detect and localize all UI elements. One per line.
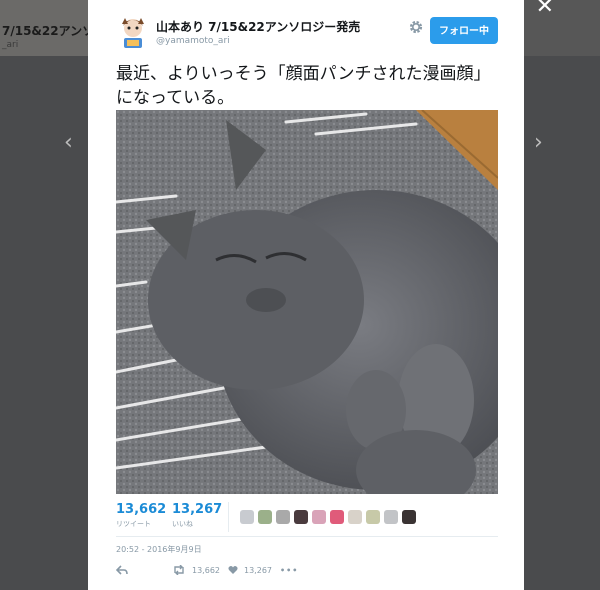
liker-avatar[interactable]	[330, 510, 344, 524]
retweet-count: 13,662	[116, 502, 167, 517]
liker-avatar[interactable]	[312, 510, 326, 524]
gear-icon[interactable]	[408, 19, 424, 35]
retweet-icon[interactable]	[172, 564, 186, 577]
tweet-modal: 山本あり 7/15&22アンソロジー発売 @yamamoto_ari フォロー中…	[88, 0, 524, 590]
stats-divider	[228, 502, 229, 532]
retweet-label: リツイート	[116, 520, 151, 528]
like-label: いいね	[172, 520, 193, 528]
next-arrow-icon[interactable]: ›	[534, 132, 543, 154]
divider	[116, 536, 498, 537]
background-user-handle: _ari	[2, 40, 19, 50]
like-action-count: 13,267	[244, 566, 272, 575]
liker-avatar[interactable]	[348, 510, 362, 524]
tweet-text: 最近、よりいっそう「顔面パンチされた漫画顔」になっている。	[116, 64, 491, 108]
liker-avatar[interactable]	[366, 510, 380, 524]
following-button[interactable]: フォロー中	[430, 17, 498, 44]
more-icon[interactable]: •••	[280, 566, 298, 575]
retweet-action-count: 13,662	[192, 566, 220, 575]
liker-avatar[interactable]	[276, 510, 290, 524]
liker-avatar[interactable]	[294, 510, 308, 524]
tweet-header: 山本あり 7/15&22アンソロジー発売 @yamamoto_ari フォロー中	[88, 0, 524, 56]
like-count: 13,267	[172, 502, 223, 517]
reply-icon[interactable]	[115, 565, 128, 577]
heart-icon[interactable]	[228, 565, 238, 577]
close-icon[interactable]: ✕	[536, 0, 554, 19]
background-user-strip: 7/15&22アンソ _ari	[0, 0, 94, 56]
liker-avatar[interactable]	[402, 510, 416, 524]
liker-avatar[interactable]	[240, 510, 254, 524]
user-handle[interactable]: @yamamoto_ari	[156, 36, 230, 46]
tweet-photo[interactable]	[116, 110, 498, 494]
like-stat[interactable]: 13,267 いいね	[172, 502, 222, 529]
liker-avatar[interactable]	[258, 510, 272, 524]
previous-arrow-icon[interactable]: ‹	[64, 132, 73, 154]
retweet-stat[interactable]: 13,662 リツイート	[116, 502, 166, 529]
avatar[interactable]	[116, 14, 150, 48]
background-user-name: 7/15&22アンソ	[2, 24, 95, 38]
tweet-actions: 13,662 13,267 •••	[115, 564, 316, 580]
liker-avatar[interactable]	[384, 510, 398, 524]
display-name[interactable]: 山本あり 7/15&22アンソロジー発売	[156, 18, 360, 35]
tweet-timestamp[interactable]: 20:52 - 2016年9月9日	[116, 544, 202, 555]
